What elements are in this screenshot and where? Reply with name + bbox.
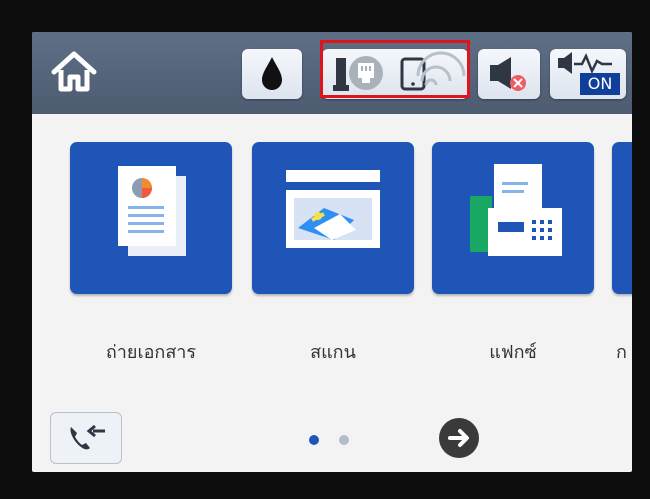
printer-screen: ON ถ่ายเอกสาร สแกน แฟกซ์ ก: [32, 32, 632, 472]
arrow-right-icon: [448, 429, 469, 447]
quiet-mode-button[interactable]: ON: [550, 49, 626, 99]
copy-label: ถ่ายเอกสาร: [105, 342, 197, 363]
fax-label: แฟกซ์: [489, 342, 537, 363]
copy-tile[interactable]: [70, 142, 232, 294]
speaker-mute-icon: [490, 57, 526, 91]
page-dot-active: [309, 435, 319, 445]
ink-drop-icon: [262, 57, 282, 90]
more-tile[interactable]: [612, 142, 632, 294]
page-dot-inactive: [339, 435, 349, 445]
sound-status-button[interactable]: [478, 49, 540, 99]
scan-tile[interactable]: [252, 142, 414, 294]
home-icon: [51, 51, 97, 92]
more-icon: [612, 142, 632, 294]
quiet-mode-label: ON: [587, 74, 613, 93]
next-page-button[interactable]: [439, 418, 479, 458]
scan-label: สแกน: [310, 342, 356, 363]
phone-transfer-icon: [70, 424, 105, 450]
fax-tile[interactable]: [432, 142, 594, 294]
phone-transfer-button[interactable]: [50, 412, 122, 464]
copy-icon: [118, 166, 186, 256]
fax-icon: [470, 164, 562, 256]
app-tiles: [32, 142, 632, 312]
more-label: ก: [616, 342, 627, 363]
ink-status-button[interactable]: [242, 49, 302, 99]
network-highlight-frame: [320, 40, 470, 98]
top-status-bar: ON: [32, 32, 632, 114]
home-button[interactable]: [46, 44, 102, 100]
scan-icon: [286, 170, 380, 248]
